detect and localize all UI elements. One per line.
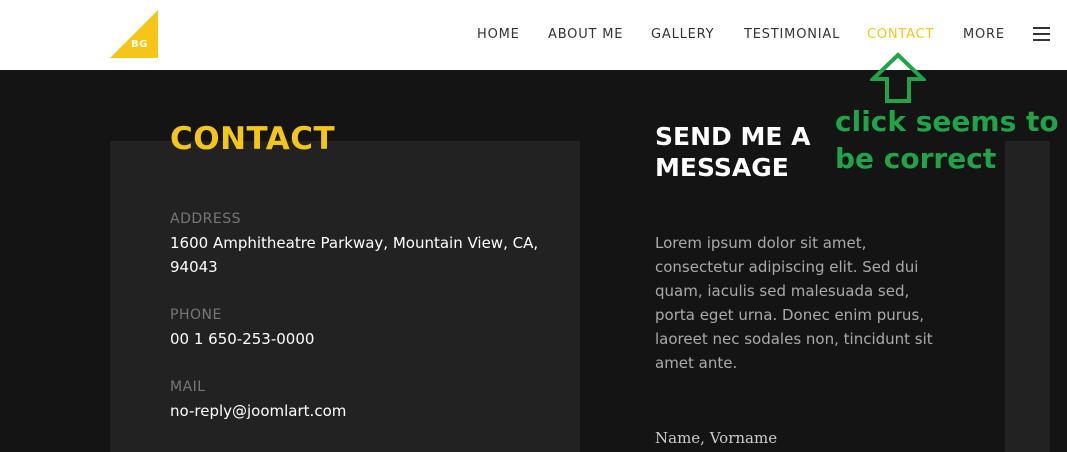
nav-contact[interactable]: CONTACT (867, 27, 934, 42)
mail-value[interactable]: no-reply@joomlart.com (170, 399, 550, 423)
address-label: ADDRESS (170, 211, 241, 227)
up-arrow-icon (870, 52, 926, 103)
nav-more[interactable]: MORE (963, 27, 1005, 42)
annotation-line-1: click seems to (835, 105, 1059, 138)
address-value: 1600 Amphitheatre Parkway, Mountain View… (170, 234, 539, 276)
name-field-label: Name, Vorname (655, 429, 778, 447)
logo-triangle-icon (110, 10, 158, 58)
form-panel-edge (1005, 141, 1050, 452)
brand-logo[interactable]: BG (110, 10, 158, 58)
send-message-title: SEND ME A MESSAGE (655, 122, 811, 182)
logo-text: BG (131, 39, 148, 50)
phone-label: PHONE (170, 307, 222, 323)
contact-title: CONTACT (170, 121, 336, 157)
annotation-text: click seems to be correct (835, 103, 1059, 177)
mail-label: MAIL (170, 379, 206, 395)
nav-about-me[interactable]: ABOUT ME (548, 27, 623, 42)
nav-testimonial[interactable]: TESTIMONIAL (744, 27, 840, 42)
nav-home[interactable]: HOME (477, 27, 520, 42)
annotation-line-2: be correct (835, 142, 997, 175)
hamburger-icon[interactable] (1033, 27, 1050, 41)
send-message-text: Lorem ipsum dolor sit amet, consectetur … (655, 234, 933, 372)
phone-value: 00 1 650-253-0000 (170, 330, 315, 348)
nav-gallery[interactable]: GALLERY (651, 27, 714, 42)
